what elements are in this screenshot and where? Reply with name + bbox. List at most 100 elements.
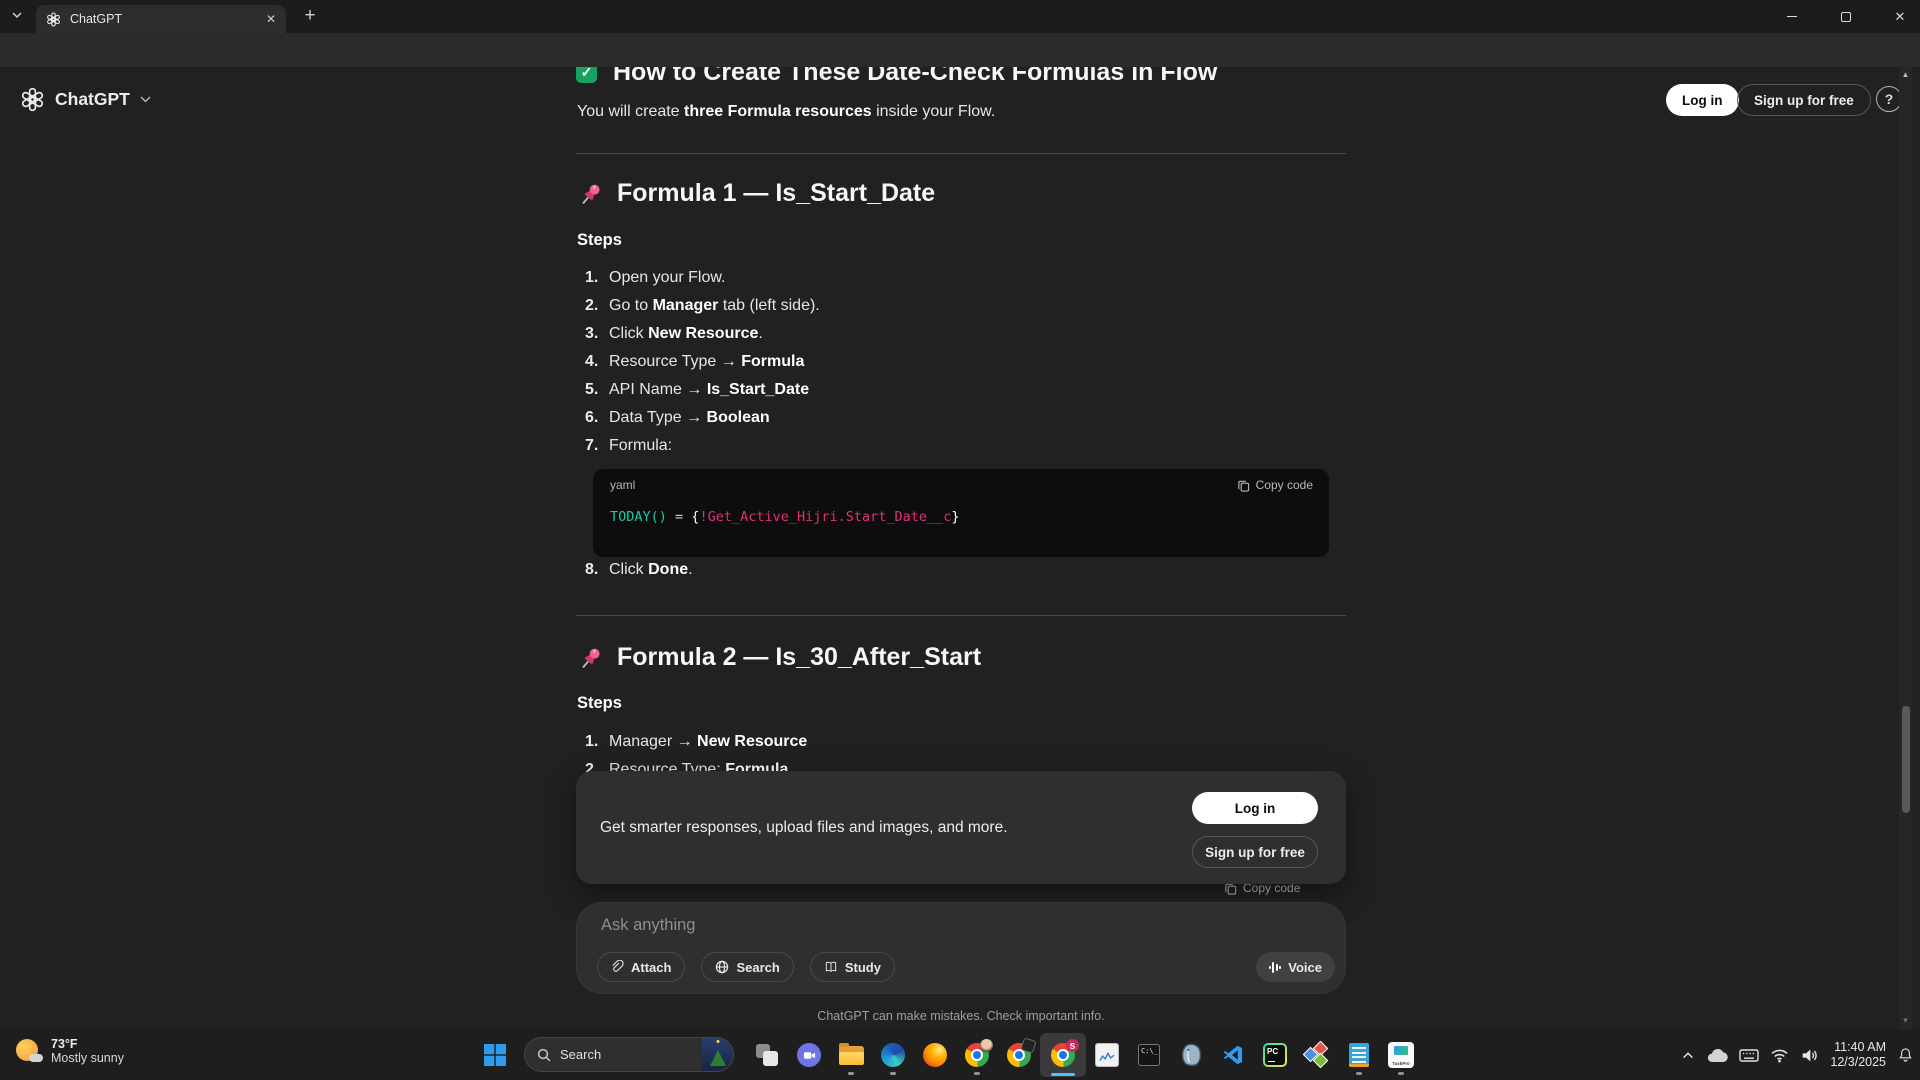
weather-condition: Mostly sunny — [51, 1051, 124, 1065]
notification-bell-icon[interactable] — [1897, 1046, 1914, 1064]
taskbar-item-pycharm[interactable]: PC — [1254, 1033, 1296, 1077]
touch-keyboard-icon[interactable] — [1739, 1048, 1760, 1063]
tray-time: 11:40 AM — [1834, 1040, 1886, 1054]
taskpro-icon: TaskPro — [1388, 1042, 1414, 1068]
brand-name: ChatGPT — [55, 89, 130, 109]
scrollbar-down-arrow[interactable]: ▼ — [1899, 1016, 1912, 1025]
pushpin-emoji — [582, 184, 600, 204]
window-close-button[interactable]: ✕ — [1880, 0, 1920, 33]
onedrive-icon[interactable] — [1706, 1048, 1729, 1063]
list-item: 6. Data Type → Boolean — [585, 409, 770, 426]
chatgpt-favicon-icon — [47, 11, 60, 27]
taskbar-item-file-explorer[interactable] — [830, 1033, 872, 1077]
list-item: 1. Manager → New Resource — [585, 733, 808, 750]
list-item: 5. API Name → Is_Start_Date — [585, 381, 810, 398]
chrome-icon: S — [1051, 1039, 1079, 1067]
window-maximize-button[interactable] — [1826, 0, 1866, 33]
study-button[interactable]: Study — [809, 952, 895, 982]
tab-search-chevron-icon[interactable] — [10, 8, 24, 22]
window-minimize-button[interactable] — [1772, 0, 1812, 33]
taskbar-item-terminal[interactable]: C:\_ — [1128, 1033, 1170, 1077]
taskbar-weather-widget[interactable]: 73°F Mostly sunny — [16, 1037, 124, 1065]
notepad-plus-plus-icon — [1349, 1043, 1369, 1067]
weather-sun-cloud-icon — [16, 1038, 43, 1064]
volume-icon[interactable] — [1800, 1047, 1819, 1064]
formula1-steps-label: Steps — [577, 231, 622, 249]
taskbar-item-postgresql[interactable] — [1170, 1033, 1212, 1077]
signup-button[interactable]: Sign up for free — [1737, 84, 1871, 116]
overlay-login-button[interactable]: Log in — [1192, 792, 1318, 824]
taskbar-item-chrome-active[interactable]: S — [1040, 1033, 1086, 1077]
code-block: yaml Copy code TODAY() = {!Get_Active_Hi… — [593, 469, 1329, 557]
scrollbar-up-arrow[interactable]: ▲ — [1899, 70, 1912, 79]
taskbar-item-chrome-profile-2[interactable] — [998, 1033, 1040, 1077]
wifi-icon[interactable] — [1770, 1047, 1789, 1063]
pycharm-icon: PC — [1263, 1043, 1287, 1067]
weather-temperature: 73°F — [51, 1037, 78, 1051]
windows-taskbar: 73°F Mostly sunny Search S C:\_ PC TaskPr… — [0, 1030, 1920, 1080]
taskbar-item-edge[interactable] — [872, 1033, 914, 1077]
taskbar-item-chrome-profile-1[interactable] — [956, 1033, 998, 1077]
copy-icon — [1237, 480, 1249, 492]
divider — [576, 615, 1346, 616]
voice-button[interactable]: Voice — [1255, 952, 1335, 982]
disclaimer-text: ChatGPT can make mistakes. Check importa… — [817, 1009, 1105, 1023]
taskbar-item-vscode[interactable] — [1212, 1033, 1254, 1077]
taskbar-item-navicat[interactable] — [1296, 1033, 1338, 1077]
taskbar-clock[interactable]: 11:40 AM 12/3/2025 — [1830, 1040, 1886, 1070]
code-language-label: yaml — [610, 478, 636, 492]
tab-close-icon[interactable]: ✕ — [266, 12, 276, 26]
list-item: 7. Formula: — [585, 437, 673, 454]
running-indicator — [890, 1072, 896, 1075]
teams-chat-icon — [797, 1043, 821, 1067]
scrollbar-thumb[interactable] — [1901, 706, 1910, 813]
search-label: Search — [560, 1047, 602, 1062]
chatgpt-logo-icon — [21, 87, 44, 112]
taskbar-item-notepad-plus-plus[interactable] — [1338, 1033, 1380, 1077]
login-button[interactable]: Log in — [1666, 84, 1739, 116]
chrome-icon — [965, 1039, 993, 1067]
paperclip-icon — [612, 960, 624, 972]
active-window-indicator — [1051, 1073, 1075, 1076]
overlay-signup-button[interactable]: Sign up for free — [1192, 836, 1318, 868]
hidden-icons-chevron[interactable] — [1681, 1049, 1695, 1061]
taskbar-item-task-view[interactable] — [746, 1033, 788, 1077]
formula2-steps-label: Steps — [577, 694, 622, 712]
profile-photo-badge — [980, 1039, 993, 1052]
attach-button[interactable]: Attach — [597, 952, 686, 982]
taskbar-item-teams-chat[interactable] — [788, 1033, 830, 1077]
list-item: 8. Click Done. — [585, 561, 693, 578]
terminal-icon: C:\_ — [1138, 1044, 1160, 1066]
browser-tab[interactable]: ChatGPT ✕ — [36, 5, 286, 33]
chatgpt-brand[interactable]: ChatGPT — [20, 87, 151, 112]
taskbar-search-box[interactable]: Search — [524, 1037, 734, 1072]
page-scrollbar[interactable]: ▲ ▼ — [1899, 67, 1912, 1030]
code-content: TODAY() = {!Get_Active_Hijri.Start_Date_… — [610, 509, 960, 525]
list-item: 2. Go to Manager tab (left side). — [585, 297, 820, 314]
taskbar-item-taskpro[interactable]: TaskPro — [1380, 1033, 1422, 1077]
firefox-icon — [923, 1043, 947, 1067]
search-highlight-image — [702, 1038, 733, 1071]
start-button[interactable] — [483, 1043, 507, 1067]
running-indicator — [974, 1072, 980, 1075]
composer-input[interactable]: Ask anything — [601, 916, 695, 935]
running-indicator — [848, 1072, 854, 1075]
copy-code-button[interactable]: Copy code — [1237, 478, 1313, 492]
login-overlay: Get smarter responses, upload files and … — [576, 771, 1346, 884]
formula1-steps-list: 1. Open your Flow. 2. Go to Manager tab (le… — [585, 264, 820, 460]
search-button[interactable]: Search — [701, 952, 794, 982]
waveform-icon — [1268, 961, 1282, 973]
list-item: 1. Open your Flow. — [585, 269, 726, 286]
message-composer[interactable]: Ask anything Attach Search Study Voice — [576, 902, 1346, 994]
list-item: 3. Click New Resource. — [585, 325, 763, 342]
chrome-icon — [1007, 1037, 1037, 1067]
new-tab-button[interactable]: + — [298, 4, 322, 28]
screen: { "browser": { "tab_title": "ChatGPT", "… — [0, 0, 1920, 1080]
vscode-icon — [1223, 1045, 1242, 1065]
taskbar-item-firefox[interactable] — [914, 1033, 956, 1077]
search-icon — [537, 1048, 551, 1062]
chevron-down-icon — [140, 96, 151, 103]
taskbar-item-task-manager[interactable] — [1086, 1033, 1128, 1077]
check-mark-emoji: ✓ — [576, 67, 597, 83]
file-explorer-icon — [838, 1042, 864, 1065]
